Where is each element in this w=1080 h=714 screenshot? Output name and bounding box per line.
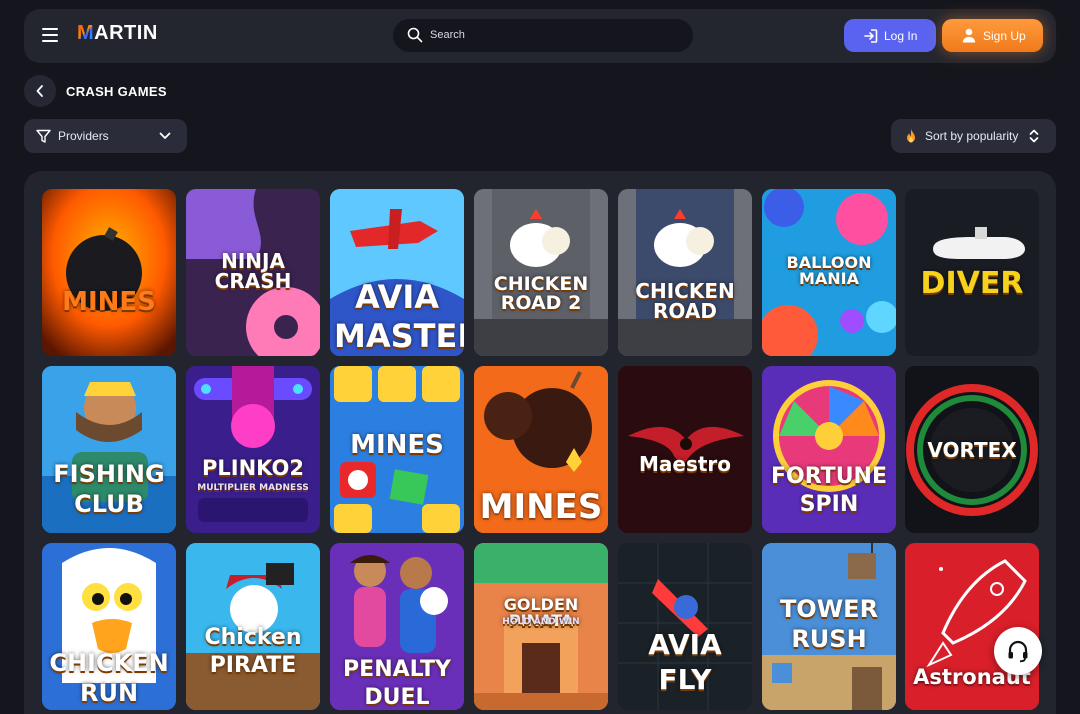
logo-rest: ARTIN bbox=[94, 22, 158, 44]
game-title: TOWER bbox=[779, 595, 879, 623]
game-tile-fishing-club[interactable]: FISHING CLUB bbox=[42, 366, 176, 533]
game-artwork bbox=[42, 189, 176, 356]
game-title: DIVER bbox=[920, 266, 1024, 301]
game-tile-chicken-road[interactable]: CHICKEN ROAD bbox=[618, 189, 752, 356]
game-tile-mines-2[interactable]: MINES bbox=[330, 366, 464, 533]
search-placeholder: Search bbox=[430, 29, 465, 41]
game-tile-golden-pinata[interactable]: GOLDEN PINATA HOLD AND WIN bbox=[474, 543, 608, 710]
game-tile-fortune-spin[interactable]: FORTUNE SPIN bbox=[762, 366, 896, 533]
top-header: MARTIN Search Log In Sign Up bbox=[24, 9, 1056, 63]
logo-first-letter: M bbox=[77, 22, 95, 44]
fire-icon bbox=[907, 128, 915, 143]
game-title: MINES bbox=[479, 487, 603, 527]
game-tile-chicken-run[interactable]: CHICKEN RUN bbox=[42, 543, 176, 710]
game-tile-tower-rush[interactable]: TOWER RUSH bbox=[762, 543, 896, 710]
search-input[interactable]: Search bbox=[393, 19, 693, 52]
game-title: Chicken bbox=[204, 625, 302, 650]
game-title: PENALTY bbox=[343, 657, 451, 682]
page-title: CRASH GAMES bbox=[66, 84, 167, 99]
chevron-down-icon bbox=[159, 132, 171, 139]
game-tile-mines-1[interactable]: MINES bbox=[42, 189, 176, 356]
game-subtitle: FLY bbox=[658, 663, 712, 696]
game-subtitle: SPIN bbox=[799, 492, 859, 517]
game-artwork bbox=[618, 189, 752, 356]
game-artwork bbox=[186, 366, 320, 533]
game-title: VORTEX bbox=[927, 438, 1017, 462]
game-title: NINJA CRASH bbox=[214, 249, 292, 293]
game-tile-chicken-road-2[interactable]: CHICKEN ROAD 2 bbox=[474, 189, 608, 356]
chevron-left-icon bbox=[36, 85, 43, 97]
game-subtitle: PIRATE bbox=[209, 653, 297, 678]
game-subtitle: RUN bbox=[79, 679, 139, 707]
game-title: BALLOON MANIA bbox=[786, 253, 872, 288]
providers-label: Providers bbox=[58, 129, 109, 143]
game-title: MINES bbox=[62, 287, 156, 317]
providers-dropdown[interactable]: Providers bbox=[24, 119, 187, 153]
game-title: CHICKEN bbox=[49, 649, 169, 677]
user-icon bbox=[962, 28, 976, 43]
game-title: CHICKEN ROAD 2 bbox=[493, 273, 589, 314]
game-title: CHICKEN ROAD bbox=[635, 279, 735, 323]
game-subtitle: RUSH bbox=[791, 625, 867, 653]
sort-arrows-icon bbox=[1029, 129, 1039, 143]
back-button[interactable] bbox=[24, 75, 56, 107]
login-button[interactable]: Log In bbox=[844, 19, 936, 52]
game-subtitle: CLUB bbox=[74, 490, 144, 518]
game-tile-avia-fly[interactable]: AVIA FLY bbox=[618, 543, 752, 710]
game-subtitle: HOLD AND WIN bbox=[502, 617, 580, 627]
game-subtitle: MULTIPLIER MADNESS bbox=[197, 483, 309, 493]
game-tile-penalty-duel[interactable]: PENALTY DUEL bbox=[330, 543, 464, 710]
signup-button[interactable]: Sign Up bbox=[942, 19, 1043, 52]
signup-label: Sign Up bbox=[983, 29, 1026, 43]
game-tile-diver[interactable]: DIVER bbox=[905, 189, 1039, 356]
game-title: FORTUNE bbox=[771, 464, 887, 489]
game-tile-chicken-pirate[interactable]: Chicken PIRATE bbox=[186, 543, 320, 710]
sort-label: Sort by popularity bbox=[925, 129, 1019, 143]
login-icon bbox=[864, 29, 878, 43]
game-title: AVIA bbox=[648, 628, 722, 661]
site-logo[interactable]: MARTIN bbox=[77, 22, 158, 50]
support-chat-button[interactable] bbox=[994, 627, 1042, 675]
game-artwork bbox=[618, 366, 752, 533]
game-title: AVIA bbox=[354, 278, 440, 316]
game-tile-plinko-2[interactable]: PLINKO2 MULTIPLIER MADNESS bbox=[186, 366, 320, 533]
game-title: Maestro bbox=[638, 452, 732, 476]
game-tile-maestro[interactable]: Maestro bbox=[618, 366, 752, 533]
game-title: FISHING bbox=[53, 460, 165, 488]
sort-dropdown[interactable]: Sort by popularity bbox=[891, 119, 1056, 153]
login-label: Log In bbox=[884, 29, 918, 43]
game-tile-avia-masters[interactable]: AVIAMASTERS bbox=[330, 189, 464, 356]
filter-icon bbox=[36, 129, 51, 143]
game-subtitle: DUEL bbox=[364, 685, 430, 710]
search-icon bbox=[407, 27, 423, 43]
game-title: MINES bbox=[350, 430, 444, 460]
game-title: PLINKO2 bbox=[202, 456, 304, 480]
game-tile-ninja-crash[interactable]: NINJA CRASH bbox=[186, 189, 320, 356]
menu-icon[interactable] bbox=[42, 28, 58, 42]
game-tile-mines-3[interactable]: MINES bbox=[474, 366, 608, 533]
headset-icon bbox=[1008, 640, 1028, 663]
game-subtitle: MASTERS bbox=[334, 317, 464, 355]
game-tile-vortex[interactable]: VORTEX bbox=[905, 366, 1039, 533]
game-tile-balloon-mania[interactable]: BALLOON MANIA bbox=[762, 189, 896, 356]
